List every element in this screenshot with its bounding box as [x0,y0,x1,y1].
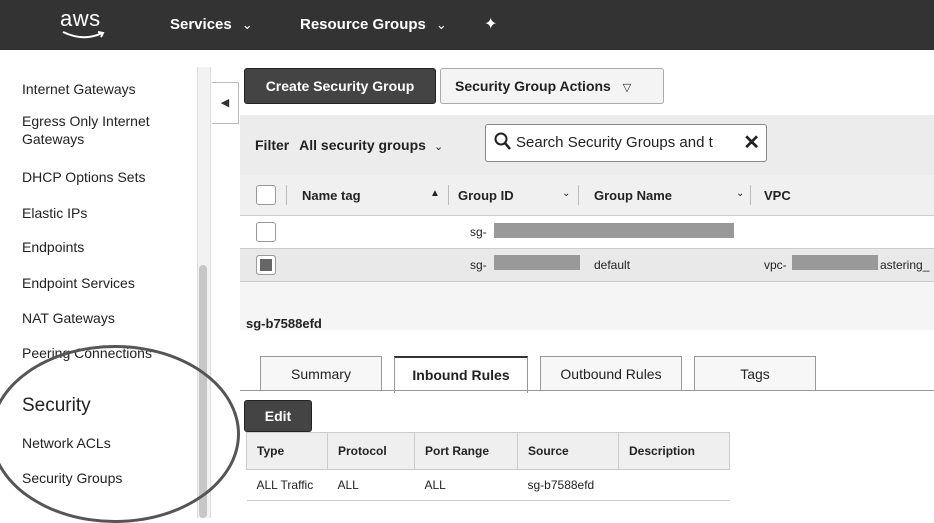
chevron-down-icon: ⌄ [241,17,253,32]
sidebar-item-peering-connections[interactable]: Peering Connections [22,344,152,362]
column-divider [448,185,449,205]
row-checkbox[interactable] [256,255,276,275]
logo-text: aws [60,6,101,31]
sidebar-item-endpoints[interactable]: Endpoints [22,238,84,256]
tab-summary[interactable]: Summary [260,356,382,391]
redacted-value [494,223,734,238]
tabs-divider [240,390,934,391]
rule-type-cell: ALL Traffic [246,469,328,501]
column-header-group-id[interactable]: Group ID [458,188,514,203]
column-divider [286,185,287,205]
sidebar-item-elastic-ips[interactable]: Elastic IPs [22,204,87,222]
resource-groups-menu[interactable]: Resource Groups ⌄ [300,16,447,33]
main-content: Create Security Group Security Group Act… [240,50,934,518]
clear-search-icon[interactable]: ✕ [743,130,760,155]
sidebar-item-internet-gateways[interactable]: Internet Gateways [22,80,136,98]
security-heading: Security [22,395,91,416]
sort-icon[interactable]: ⌄ [736,188,744,199]
filter-dropdown[interactable]: All security groups ⌄ [299,137,443,153]
aws-logo[interactable]: aws [60,6,120,44]
column-header-protocol: Protocol [327,432,415,470]
collapse-sidebar-button[interactable]: ◀ [212,82,239,124]
pin-icon[interactable]: ✦ [484,14,497,34]
sidebar-item-network-acls[interactable]: Network ACLs [22,434,111,452]
column-header-source: Source [517,432,619,470]
rule-description-cell [618,469,730,501]
column-header-type: Type [246,432,328,470]
chevron-down-icon: ⌄ [433,141,444,153]
selected-group-id: sg-b7588efd [246,316,322,331]
select-all-checkbox[interactable] [256,185,276,205]
top-nav-bar: aws Services ⌄ Resource Groups ⌄ ✦ [0,0,934,50]
services-label: Services [170,16,232,33]
column-header-port-range: Port Range [414,432,518,470]
chevron-down-icon: ⌄ [435,17,447,32]
smile-icon [62,31,105,39]
rule-port-range-cell: ALL [414,469,518,501]
vpc-cell: vpc- [764,258,787,272]
sidebar-item-label: Egress Only Internet [22,113,150,129]
sidebar-item-label: Gateways [22,131,85,147]
search-text: Search Security Groups and t [516,134,713,151]
create-security-group-button[interactable]: Create Security Group [244,68,436,104]
column-divider [578,185,579,205]
filter-value: All security groups [299,137,426,153]
resource-groups-label: Resource Groups [300,16,426,33]
security-group-actions-button[interactable]: Security Group Actions ▽ [440,68,664,104]
rules-header-row: Type Protocol Port Range Source Descript… [246,432,730,470]
redacted-value [494,255,580,270]
caret-down-icon: ▽ [622,82,632,94]
row-checkbox[interactable] [256,222,276,242]
search-icon [494,132,511,150]
column-header-name-tag[interactable]: Name tag [302,188,361,203]
rule-protocol-cell: ALL [327,469,415,501]
column-header-description: Description [618,432,730,470]
inbound-rules-table: Type Protocol Port Range Source Descript… [246,432,730,501]
table-header: Name tag ▲ Group ID ⌄ Group Name ⌄ VPC [240,175,934,216]
group-id-cell: sg- [470,225,487,239]
tab-outbound-rules[interactable]: Outbound Rules [540,356,682,391]
table-row: ALL Traffic ALL ALL sg-b7588efd [246,469,730,501]
sidebar-item-nat-gateways[interactable]: NAT Gateways [22,309,115,327]
group-name-cell: default [594,258,631,272]
sort-icon[interactable]: ⌄ [562,188,570,199]
security-groups-grid: Filter All security groups ⌄ Search Secur… [240,115,934,330]
column-header-group-name[interactable]: Group Name [594,188,672,203]
tab-tags[interactable]: Tags [694,356,816,391]
sidebar-item-endpoint-services[interactable]: Endpoint Services [22,274,135,292]
group-id-cell: sg- [470,258,487,272]
sort-asc-icon[interactable]: ▲ [430,188,440,199]
edit-button[interactable]: Edit [244,400,312,432]
sidebar-item-security-groups[interactable]: Security Groups [22,469,122,487]
table-row[interactable]: sg- [240,216,934,249]
rule-source-cell: sg-b7588efd [517,469,619,501]
sidebar-item-egress-only-internet-gateways[interactable]: Egress Only Internet Gateways [22,112,150,148]
filter-text: Filter [255,137,290,153]
sidebar: Internet Gateways Egress Only Internet G… [0,50,212,518]
filter-bar: Filter All security groups ⌄ Search Secur… [240,115,934,176]
services-menu[interactable]: Services ⌄ [170,16,253,33]
column-divider [750,185,751,205]
table-row[interactable]: sg- default vpc- astering_ [240,249,934,282]
filter-label: Filter All security groups ⌄ [255,137,443,153]
sidebar-item-dhcp-options-sets[interactable]: DHCP Options Sets [22,168,145,186]
tab-inbound-rules[interactable]: Inbound Rules [394,356,528,393]
redacted-value [792,255,878,270]
search-input[interactable]: Search Security Groups and t ✕ [485,124,767,162]
actions-label: Security Group Actions [455,78,611,94]
column-header-vpc[interactable]: VPC [764,188,791,203]
vpc-name-cell: astering_ [880,258,930,272]
caret-left-icon: ◀ [220,97,230,109]
sidebar-scrollbar-thumb[interactable] [199,265,207,518]
